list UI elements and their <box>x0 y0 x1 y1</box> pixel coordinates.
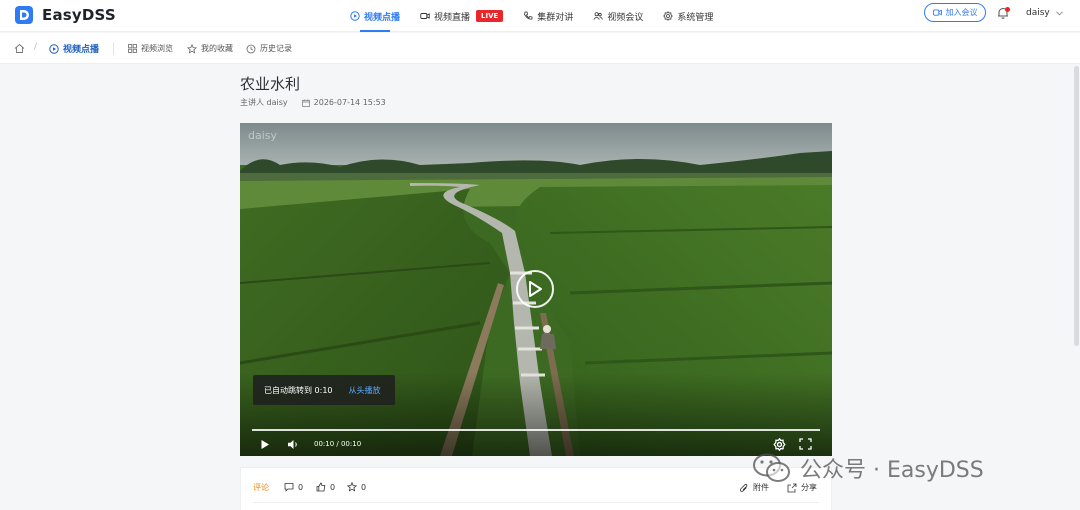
star-icon <box>347 482 357 492</box>
notification-dot <box>1005 7 1010 12</box>
play-icon <box>261 439 269 449</box>
user-menu[interactable]: daisy <box>1026 8 1063 18</box>
join-meeting-label: 加入会议 <box>945 8 978 17</box>
video-watermark: daisy <box>248 129 278 142</box>
wechat-logo-icon <box>753 453 790 482</box>
sub-nav-label: 我的收藏 <box>201 44 233 53</box>
nav-item-system[interactable]: 系统管理 <box>653 0 723 32</box>
comments-divider <box>253 502 819 503</box>
app-name: EasyDSS <box>42 6 116 24</box>
thumbs-up-icon <box>316 482 326 492</box>
gear-icon <box>663 11 674 21</box>
grid-icon <box>128 44 137 53</box>
publish-time-text: 2026-07-14 15:53 <box>313 98 386 107</box>
wechat-watermark-text: 公众号 · EasyDSS <box>800 458 984 483</box>
comments-panel: 评论 0 0 0 附件 分享 <box>240 467 832 510</box>
video-camera-icon <box>932 9 942 16</box>
time-display: 00:10 / 00:10 <box>314 440 362 448</box>
easydss-logo-icon <box>15 6 33 24</box>
main-nav: 视频点播 视频直播 LIVE 集群对讲 视频会议 系统管理 <box>340 0 723 32</box>
big-play-button[interactable] <box>516 270 554 308</box>
wechat-watermark: 公众号 · EasyDSS <box>752 452 984 484</box>
play-control[interactable] <box>260 437 270 451</box>
breadcrumb-current[interactable]: 视频点播 <box>49 33 99 64</box>
nav-item-vod[interactable]: 视频点播 <box>340 0 410 32</box>
volume-icon <box>288 439 297 449</box>
comments-tab[interactable]: 评论 <box>253 482 269 493</box>
resume-toast-text: 已自动跳转到 0:10 <box>264 385 333 395</box>
nav-item-label: 视频直播 <box>434 12 471 23</box>
sub-nav-label: 历史记录 <box>260 44 292 53</box>
play-circle-icon <box>350 11 360 21</box>
play-icon <box>529 281 542 297</box>
nav-item-label: 视频会议 <box>607 12 644 23</box>
app-logo[interactable]: EasyDSS <box>14 5 116 25</box>
comment-count-value: 0 <box>298 482 304 492</box>
clock-icon <box>246 44 256 53</box>
play-circle-icon <box>49 43 59 54</box>
favorite-count-value: 0 <box>361 482 367 492</box>
presenter: 主讲人 daisy <box>240 98 288 107</box>
sub-nav-divider <box>113 42 114 55</box>
calendar-icon <box>301 98 310 107</box>
home-icon[interactable] <box>14 43 25 54</box>
video-title: 农业水利 <box>240 75 301 93</box>
breadcrumb-label: 视频点播 <box>63 45 100 55</box>
phone-icon <box>524 11 533 20</box>
sub-nav-bar: / 视频点播 视频浏览 我的收藏 历史记录 <box>0 33 1080 64</box>
settings-control[interactable] <box>773 437 786 451</box>
paperclip-icon <box>739 483 748 492</box>
sub-nav-favorites[interactable]: 我的收藏 <box>187 33 233 64</box>
sub-nav-browse[interactable]: 视频浏览 <box>128 33 173 64</box>
nav-item-label: 系统管理 <box>677 12 714 23</box>
volume-control[interactable] <box>287 437 299 451</box>
page-scrollbar[interactable] <box>1074 66 1079 346</box>
fullscreen-control[interactable] <box>799 437 812 451</box>
top-bar: EasyDSS 视频点播 视频直播 LIVE 集群对讲 视频会议 系统管理 加入… <box>0 0 1080 32</box>
people-icon <box>593 12 604 20</box>
progress-bar[interactable] <box>252 429 820 431</box>
comments-tab-label: 评论 <box>253 483 269 492</box>
video-player[interactable]: daisy 已自动跳转到 0:10 从头播放 00:10 / 00:10 <box>240 123 832 456</box>
user-name: daisy <box>1026 8 1050 18</box>
star-icon <box>187 43 197 54</box>
resume-toast: 已自动跳转到 0:10 从头播放 <box>253 375 395 405</box>
fullscreen-icon <box>799 438 812 450</box>
nav-item-meeting[interactable]: 视频会议 <box>583 0 653 32</box>
replay-from-start-link[interactable]: 从头播放 <box>349 385 381 396</box>
nav-item-live[interactable]: 视频直播 LIVE <box>410 0 513 32</box>
nav-item-intercom[interactable]: 集群对讲 <box>513 0 583 32</box>
sub-nav-history[interactable]: 历史记录 <box>246 33 292 64</box>
share-icon <box>787 483 797 492</box>
like-count[interactable]: 0 <box>316 482 335 492</box>
comment-count[interactable]: 0 <box>284 482 303 492</box>
like-count-value: 0 <box>330 482 336 492</box>
publish-time: 2026-07-14 15:53 <box>301 97 386 108</box>
video-camera-icon <box>420 13 430 19</box>
comment-icon <box>284 483 294 492</box>
breadcrumb-separator: / <box>34 42 38 52</box>
nav-item-label: 集群对讲 <box>537 12 574 23</box>
chevron-down-icon <box>1055 10 1063 15</box>
nav-item-label: 视频点播 <box>364 12 401 23</box>
favorite-count[interactable]: 0 <box>347 482 366 492</box>
live-badge: LIVE <box>476 10 504 22</box>
sub-nav-label: 视频浏览 <box>141 44 173 53</box>
join-meeting-button[interactable]: 加入会议 <box>924 3 986 22</box>
gear-icon <box>773 437 786 451</box>
video-meta: 主讲人 daisy 2026-07-14 15:53 <box>240 97 386 108</box>
